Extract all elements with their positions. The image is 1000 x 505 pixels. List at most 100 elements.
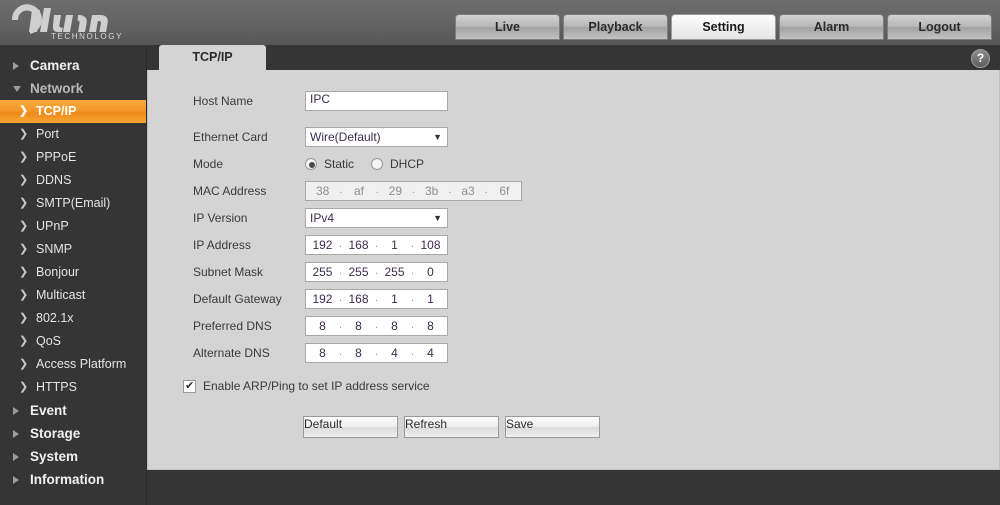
- chevron-right-icon: [13, 452, 19, 461]
- gateway-octet-3[interactable]: 1: [378, 292, 411, 306]
- main-nav-tabs: Live Playback Setting Alarm Logout: [455, 14, 992, 40]
- sidebar-group-network[interactable]: Network: [0, 77, 146, 100]
- nav-tab-playback[interactable]: Playback: [563, 14, 668, 40]
- ip-version-select[interactable]: IPv4 ▼: [305, 207, 448, 228]
- mac-octet-5: a3: [461, 183, 475, 198]
- sidebar-item-label: HTTPS: [36, 380, 77, 394]
- chevron-right-icon: ❯: [19, 128, 29, 140]
- nav-tab-alarm[interactable]: Alarm: [779, 14, 884, 40]
- default-button[interactable]: Default: [303, 416, 398, 438]
- subnet-octet-4[interactable]: 0: [414, 265, 447, 279]
- mac-octet-2: af: [353, 183, 364, 198]
- ip-octet-1[interactable]: 192: [306, 238, 339, 252]
- chevron-right-icon: ❯: [19, 358, 29, 370]
- subnet-octet-2[interactable]: 255: [342, 265, 375, 279]
- sidebar-item-upnp[interactable]: ❯ UPnP: [0, 215, 146, 238]
- alternate-dns-field[interactable]: 8 . 8 . 4 . 4: [305, 342, 448, 363]
- subnet-octet-3[interactable]: 255: [378, 265, 411, 279]
- sidebar-item-multicast[interactable]: ❯ Multicast: [0, 284, 146, 307]
- chevron-down-icon: ▼: [433, 131, 442, 142]
- app-header: TECHNOLOGY Live Playback Setting Alarm L…: [0, 0, 1000, 45]
- chevron-right-icon: ❯: [19, 381, 29, 393]
- sidebar-item-access-platform[interactable]: ❯ Access Platform: [0, 353, 146, 376]
- field-ethernet-card: Ethernet Card Wire(Default) ▼: [193, 124, 999, 149]
- radio-static[interactable]: [305, 157, 317, 170]
- sidebar-item-label: TCP/IP: [36, 104, 77, 118]
- preferred-dns-label: Preferred DNS: [193, 318, 272, 333]
- sidebar-item-ddns[interactable]: ❯ DDNS: [0, 169, 146, 192]
- refresh-button[interactable]: Refresh: [404, 416, 499, 438]
- arp-ping-checkbox[interactable]: [183, 379, 196, 393]
- sidebar-item-bonjour[interactable]: ❯ Bonjour: [0, 261, 146, 284]
- mode-radio-group: Static DHCP: [305, 157, 434, 171]
- sidebar-group-event[interactable]: Event: [0, 399, 146, 422]
- mode-label: Mode: [193, 156, 224, 171]
- sidebar-item-pppoe[interactable]: ❯ PPPoE: [0, 146, 146, 169]
- alternate-dns-octet-3[interactable]: 4: [378, 346, 411, 360]
- subnet-octet-1[interactable]: 255: [306, 265, 339, 279]
- gateway-octet-2[interactable]: 168: [342, 292, 375, 306]
- subnet-mask-field[interactable]: 255 . 255 . 255 . 0: [305, 261, 448, 282]
- tcpip-settings-panel: Host Name IPC Ethernet Card Wire(Default…: [147, 70, 1000, 470]
- ip-octet-4[interactable]: 108: [414, 238, 447, 252]
- ip-octet-2[interactable]: 168: [342, 238, 375, 252]
- radio-static-label[interactable]: Static: [324, 157, 354, 171]
- chevron-right-icon: ❯: [19, 243, 29, 255]
- content-area: TCP/IP ? Host Name IPC Ethernet Card Wir…: [147, 45, 1000, 505]
- preferred-dns-octet-4[interactable]: 8: [414, 319, 447, 333]
- sidebar-item-tcpip[interactable]: ❯ TCP/IP: [0, 100, 146, 123]
- help-icon[interactable]: ?: [971, 49, 990, 68]
- host-name-input[interactable]: IPC: [305, 90, 448, 111]
- alternate-dns-octet-2[interactable]: 8: [342, 346, 375, 360]
- sidebar-group-label: Information: [30, 472, 105, 487]
- tcpip-form: Host Name IPC Ethernet Card Wire(Default…: [148, 70, 999, 438]
- ip-address-label: IP Address: [193, 237, 251, 252]
- save-button[interactable]: Save: [505, 416, 600, 438]
- nav-tab-setting[interactable]: Setting: [671, 14, 776, 40]
- field-subnet-mask: Subnet Mask 255 . 255 . 255 . 0: [193, 259, 999, 284]
- chevron-right-icon: ❯: [19, 289, 29, 301]
- ip-octet-3[interactable]: 1: [378, 238, 411, 252]
- preferred-dns-octet-1[interactable]: 8: [306, 319, 339, 333]
- sidebar-group-label: Storage: [30, 426, 81, 441]
- field-preferred-dns: Preferred DNS 8 . 8 . 8 . 8: [193, 313, 999, 338]
- chevron-right-icon: ❯: [19, 197, 29, 209]
- nav-tab-live[interactable]: Live: [455, 14, 560, 40]
- alternate-dns-octet-1[interactable]: 8: [306, 346, 339, 360]
- sidebar-item-smtp-email[interactable]: ❯ SMTP(Email): [0, 192, 146, 215]
- radio-dhcp[interactable]: [371, 157, 384, 170]
- sidebar-item-qos[interactable]: ❯ QoS: [0, 330, 146, 353]
- alternate-dns-octet-4[interactable]: 4: [414, 346, 447, 360]
- field-host-name: Host Name IPC: [193, 88, 999, 113]
- nav-tab-logout[interactable]: Logout: [887, 14, 992, 40]
- preferred-dns-octet-2[interactable]: 8: [342, 319, 375, 333]
- field-alternate-dns: Alternate DNS 8 . 8 . 4 . 4: [193, 340, 999, 365]
- sidebar: Camera Network ❯ TCP/IP ❯ Port ❯ PPPoE ❯…: [0, 45, 147, 505]
- chevron-right-icon: ❯: [19, 105, 29, 117]
- default-gateway-label: Default Gateway: [193, 291, 282, 306]
- tab-tcpip[interactable]: TCP/IP: [159, 45, 266, 70]
- ethernet-card-select[interactable]: Wire(Default) ▼: [305, 126, 448, 147]
- sidebar-item-port[interactable]: ❯ Port: [0, 123, 146, 146]
- host-name-label: Host Name: [193, 93, 254, 108]
- sidebar-item-snmp[interactable]: ❯ SNMP: [0, 238, 146, 261]
- gateway-octet-4[interactable]: 1: [414, 292, 447, 306]
- ip-address-field[interactable]: 192 . 168 . 1 . 108: [305, 234, 448, 255]
- chevron-down-icon: [13, 85, 21, 92]
- gateway-octet-1[interactable]: 192: [306, 292, 339, 306]
- chevron-right-icon: [13, 61, 19, 70]
- sidebar-item-https[interactable]: ❯ HTTPS: [0, 376, 146, 399]
- sidebar-item-8021x[interactable]: ❯ 802.1x: [0, 307, 146, 330]
- sidebar-group-information[interactable]: Information: [0, 468, 146, 491]
- arp-ping-label[interactable]: Enable ARP/Ping to set IP address servic…: [203, 379, 430, 393]
- sidebar-group-storage[interactable]: Storage: [0, 422, 146, 445]
- radio-dhcp-label[interactable]: DHCP: [390, 157, 424, 171]
- sidebar-item-label: Bonjour: [36, 265, 80, 279]
- preferred-dns-field[interactable]: 8 . 8 . 8 . 8: [305, 315, 448, 336]
- preferred-dns-octet-3[interactable]: 8: [378, 319, 411, 333]
- mac-address-label: MAC Address: [193, 183, 267, 198]
- sidebar-group-system[interactable]: System: [0, 445, 146, 468]
- default-gateway-field[interactable]: 192 . 168 . 1 . 1: [305, 288, 448, 309]
- sidebar-group-camera[interactable]: Camera: [0, 54, 146, 77]
- chevron-right-icon: ❯: [19, 220, 29, 232]
